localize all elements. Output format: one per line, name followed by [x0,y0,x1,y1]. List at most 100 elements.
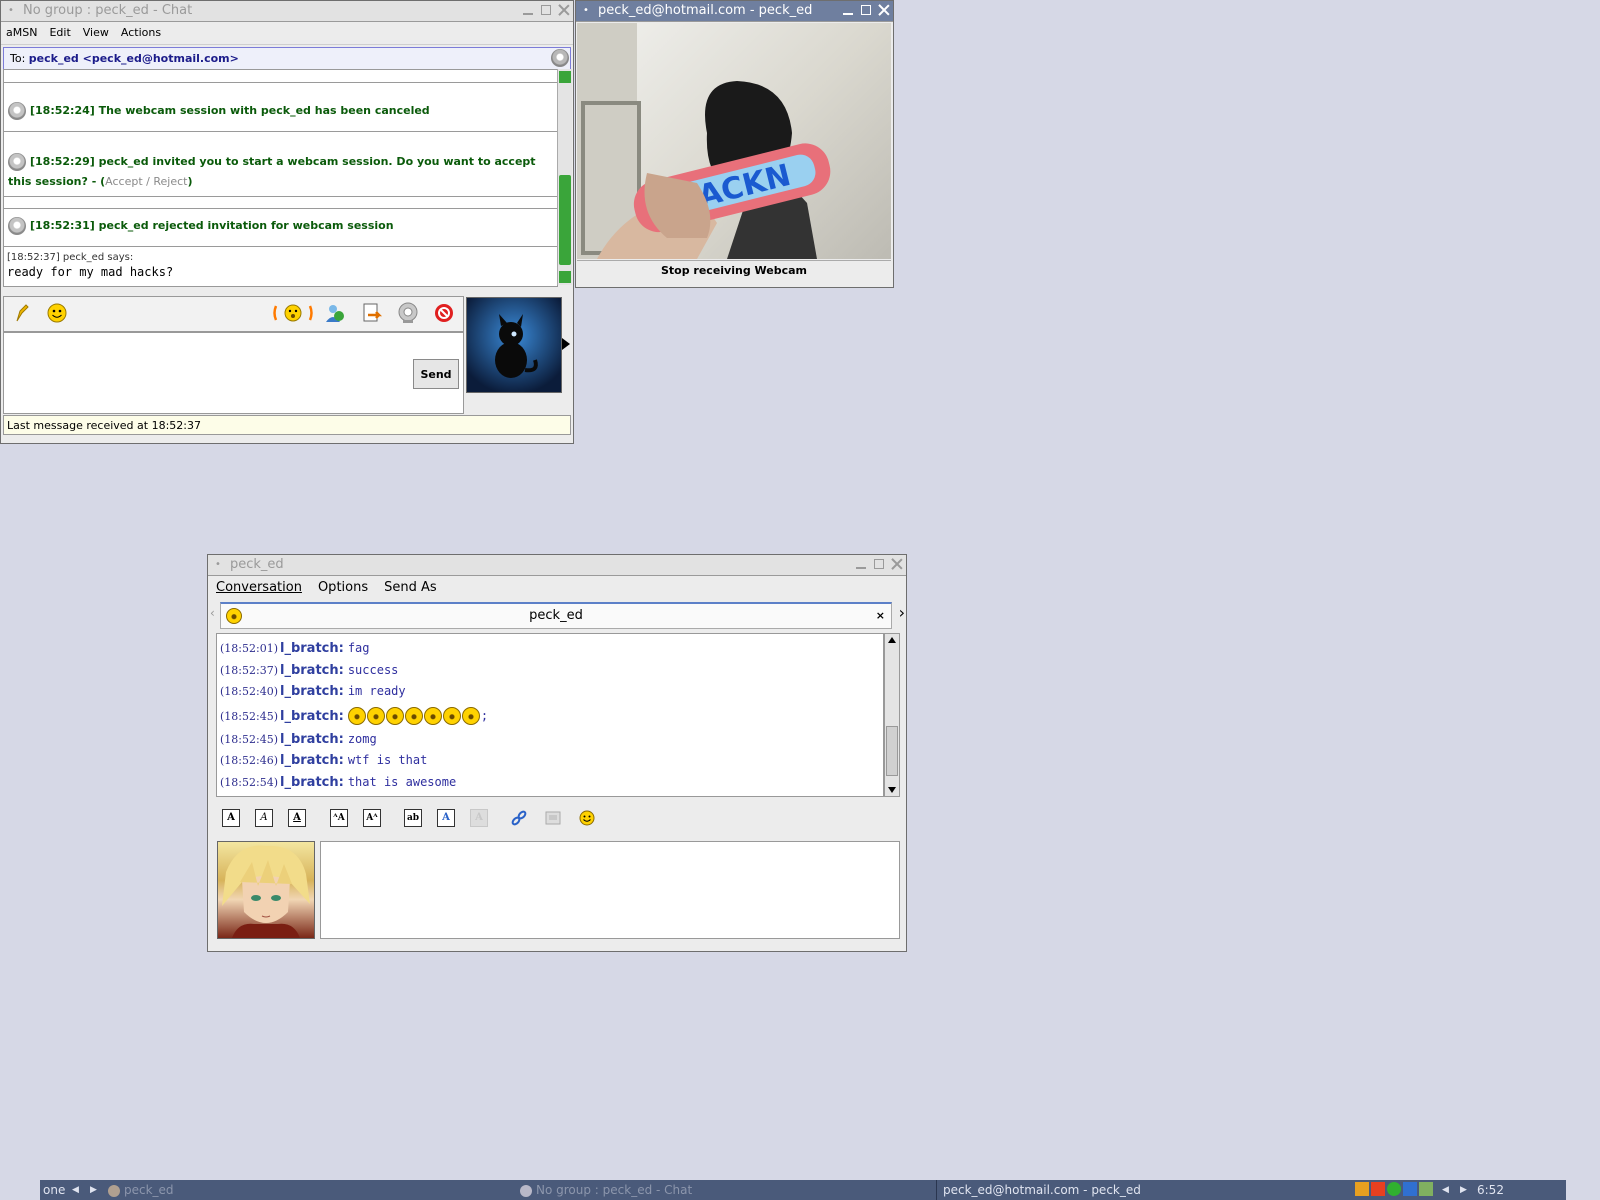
scroll-thumb[interactable] [559,175,571,265]
stop-webcam-button[interactable]: Stop receiving Webcam [577,260,891,281]
pencil-icon[interactable] [12,302,34,324]
background-color-icon[interactable]: A [470,809,488,827]
menu-conversation[interactable]: Conversation [216,576,302,600]
surprised-smiley-icon [347,707,366,725]
insert-image-icon[interactable] [544,809,562,827]
pidgin-titlebar[interactable]: • peck_ed [208,555,906,576]
surprised-smiley-icon [461,707,480,725]
webcam-body: HACKN Stop receiving Webcam [576,22,893,287]
maximize-icon[interactable] [539,3,553,17]
menu-actions[interactable]: Actions [121,22,161,44]
close-icon[interactable] [877,3,891,17]
scroll-thumb[interactable] [886,726,898,776]
scroll-down-icon[interactable] [559,271,571,283]
reject-link[interactable]: Reject [153,175,187,188]
minimize-icon[interactable] [521,3,535,17]
increase-font-icon[interactable]: Aᴬ [363,809,381,827]
font-face-icon[interactable]: ab [404,809,422,827]
tab-scroll-right-icon[interactable]: › [899,603,905,622]
clock: 6:52 [1477,1183,1504,1197]
recipient-address: peck_ed <peck_ed@hotmail.com> [28,52,239,65]
close-icon[interactable] [890,557,904,571]
desktop-prev-icon[interactable]: ◀ [72,1180,79,1200]
surprised-smiley-icon [423,707,442,725]
task-pidgin[interactable]: peck_ed [108,1180,174,1200]
underline-icon[interactable]: A [288,809,306,827]
minimize-icon[interactable] [841,3,855,17]
says-header: [18:52:37] peck_ed says: [7,252,134,263]
menu-options[interactable]: Options [318,576,368,600]
tray-prev-icon[interactable]: ◀ [1442,1180,1449,1200]
send-file-icon[interactable] [361,302,383,324]
message-input[interactable] [320,841,900,939]
desktop-next-icon[interactable]: ▶ [90,1180,97,1200]
desktop-name[interactable]: one [43,1180,65,1200]
close-icon[interactable] [557,3,571,17]
chat-toolbar [3,296,464,332]
text-color-icon[interactable]: A [437,809,455,827]
window-title: peck_ed@hotmail.com - peck_ed [598,3,813,18]
log-row: (18:52:37) l_bratch: success [220,662,399,678]
invite-contact-icon[interactable] [324,302,346,324]
log-row: (18:52:45) l_bratch: zomg [220,731,377,747]
menu-send-as[interactable]: Send As [384,576,437,600]
tab-peck-ed[interactable]: peck_ed × [220,602,892,629]
tab-bar: ‹ peck_ed × › [208,600,906,629]
italic-icon[interactable]: A [255,809,273,827]
decrease-font-icon[interactable]: ᴬA [330,809,348,827]
window-title: peck_ed [230,557,284,572]
insert-smiley-icon[interactable] [578,809,596,827]
log-scrollbar[interactable] [884,633,900,797]
window-menu-dot[interactable]: • [8,1,14,21]
tray-icons [1355,1182,1433,1200]
scroll-down-icon[interactable] [888,787,896,793]
scroll-up-icon[interactable] [888,637,896,643]
nudge-icon[interactable] [272,302,314,324]
tray-next-icon[interactable]: ▶ [1460,1180,1467,1200]
log-row: (18:52:01) l_bratch: fag [220,641,370,656]
tray-amsn-icon[interactable] [1371,1182,1385,1196]
maximize-icon[interactable] [859,3,873,17]
message-input[interactable]: Send [3,332,464,414]
minimize-icon[interactable] [854,557,868,571]
window-menu-dot[interactable]: • [583,1,589,21]
send-button[interactable]: Send [413,359,459,389]
maximize-icon[interactable] [872,557,886,571]
tray-app-icon[interactable] [1355,1182,1369,1196]
webcam-icon [8,102,26,120]
insert-link-icon[interactable] [510,809,528,827]
surprised-smiley-icon [404,707,423,725]
bold-icon[interactable]: A [222,809,240,827]
tray-check-icon[interactable] [1387,1182,1401,1196]
separator [4,131,557,132]
menu-edit[interactable]: Edit [49,22,70,44]
menubar: Conversation Options Send As [208,576,906,600]
webcam-titlebar[interactable]: • peck_ed@hotmail.com - peck_ed [576,1,893,22]
menu-amsn[interactable]: aMSN [6,22,37,44]
status-bar: Last message received at 18:52:37 [3,415,571,435]
tray-network-icon[interactable] [1403,1182,1417,1196]
conversation-area[interactable]: [18:52:24] The webcam session with peck_… [3,69,558,287]
tray-pidgin-icon[interactable] [1419,1182,1433,1196]
surprised-smiley-icon [385,707,404,725]
amsn-chat-titlebar[interactable]: • No group : peck_ed - Chat [1,1,573,22]
task-webcam[interactable]: peck_ed@hotmail.com - peck_ed [936,1180,1141,1200]
anime-portrait [222,845,310,938]
webcam-icon[interactable] [397,302,419,324]
expand-arrow-icon[interactable] [562,338,570,350]
tab-close-icon[interactable]: × [876,604,885,628]
menu-view[interactable]: View [83,22,109,44]
window-title: No group : peck_ed - Chat [23,3,193,18]
task-amsn-chat[interactable]: No group : peck_ed - Chat [520,1180,692,1200]
smiley-icon[interactable] [46,302,68,324]
window-menu-dot[interactable]: • [215,555,221,575]
accept-link[interactable]: Accept [105,175,143,188]
conversation-scrollbar[interactable] [557,69,572,285]
system-message: [18:52:29] peck_ed invited you to start … [8,153,536,188]
webcam-icon[interactable] [551,49,569,67]
scroll-up-icon[interactable] [559,71,571,83]
tab-scroll-left-icon[interactable]: ‹ [210,606,215,620]
conversation-log[interactable]: (18:52:01) l_bratch: fag (18:52:37) l_bratc… [216,633,884,797]
tab-label: peck_ed [529,608,583,623]
block-icon[interactable] [433,302,455,324]
